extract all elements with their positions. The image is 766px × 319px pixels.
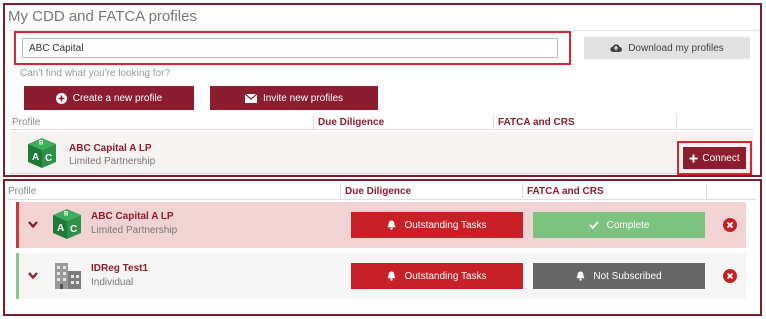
- profile-row[interactable]: IDReg Test1 Individual Outstanding Tasks…: [16, 253, 746, 299]
- bell-icon: [388, 271, 396, 281]
- invite-profiles-button[interactable]: Invite new profiles: [210, 86, 378, 110]
- result-type: Limited Partnership: [69, 156, 156, 167]
- svg-text:C: C: [45, 153, 52, 164]
- chevron-down-icon[interactable]: [27, 269, 39, 281]
- plus-icon: [689, 154, 698, 162]
- svg-text:C: C: [70, 224, 77, 235]
- header-divider: [10, 129, 754, 130]
- due-diligence-status-button[interactable]: Outstanding Tasks: [351, 212, 523, 238]
- profile-row[interactable]: B A C ABC Capital A LP Limited Partnersh…: [16, 202, 746, 248]
- download-label: Download my profiles: [628, 42, 724, 54]
- fatca-status: Complete: [606, 219, 650, 231]
- svg-text:B: B: [39, 141, 44, 147]
- header-separator: [313, 115, 314, 129]
- search-hint: Can't find what you're looking for?: [20, 68, 171, 79]
- fatca-status-button[interactable]: Complete: [533, 212, 705, 238]
- remove-profile-button[interactable]: [723, 218, 737, 232]
- col-header-profile: Profile: [8, 186, 37, 197]
- header-separator: [493, 115, 494, 129]
- profile-name[interactable]: IDReg Test1: [91, 263, 148, 274]
- col-header-due-diligence: Due Diligence: [318, 117, 385, 128]
- header-divider: [7, 199, 756, 200]
- col-header-profile: Profile: [12, 117, 41, 128]
- abc-blocks-logo: B A C: [28, 138, 56, 168]
- profile-name[interactable]: ABC Capital A LP: [91, 211, 174, 222]
- connect-button[interactable]: Connect: [683, 147, 746, 169]
- create-profile-button[interactable]: Create a new profile: [24, 86, 194, 110]
- bell-icon: [388, 220, 396, 230]
- invite-label: Invite new profiles: [262, 92, 344, 104]
- header-separator: [676, 115, 677, 129]
- page-title: My CDD and FATCA profiles: [8, 8, 197, 25]
- profile-type: Limited Partnership: [91, 225, 178, 236]
- due-diligence-status: Outstanding Tasks: [404, 219, 487, 231]
- building-icon: [55, 263, 81, 289]
- svg-text:A: A: [57, 223, 64, 234]
- fatca-status-button[interactable]: Not Subscribed: [533, 263, 705, 289]
- search-highlight: [14, 31, 571, 65]
- create-label: Create a new profile: [72, 92, 163, 104]
- download-profiles-button[interactable]: Download my profiles: [584, 37, 750, 59]
- envelope-icon: [244, 93, 257, 103]
- check-icon: [588, 221, 599, 229]
- col-header-due-diligence: Due Diligence: [345, 186, 412, 197]
- cloud-icon: [610, 44, 623, 53]
- abc-blocks-logo: B A C: [53, 209, 81, 239]
- bell-icon: [576, 271, 585, 281]
- connect-label: Connect: [702, 152, 740, 164]
- plus-circle-icon: [55, 92, 67, 104]
- chevron-down-icon[interactable]: [27, 218, 39, 230]
- remove-profile-button[interactable]: [723, 269, 737, 283]
- close-circle-icon: [726, 272, 734, 280]
- col-header-fatca: FATCA and CRS: [498, 117, 575, 128]
- due-diligence-status: Outstanding Tasks: [404, 270, 487, 282]
- close-circle-icon: [726, 221, 734, 229]
- connect-highlight: Connect: [677, 141, 752, 175]
- svg-text:B: B: [64, 212, 69, 218]
- svg-text:A: A: [32, 152, 39, 163]
- col-header-fatca: FATCA and CRS: [527, 186, 604, 197]
- due-diligence-status-button[interactable]: Outstanding Tasks: [351, 263, 523, 289]
- result-name[interactable]: ABC Capital A LP: [69, 143, 152, 154]
- header-separator: [340, 184, 341, 198]
- header-separator: [522, 184, 523, 198]
- header-separator: [706, 184, 707, 198]
- profile-type: Individual: [91, 277, 134, 288]
- fatca-status: Not Subscribed: [593, 270, 662, 282]
- search-input[interactable]: [22, 38, 558, 58]
